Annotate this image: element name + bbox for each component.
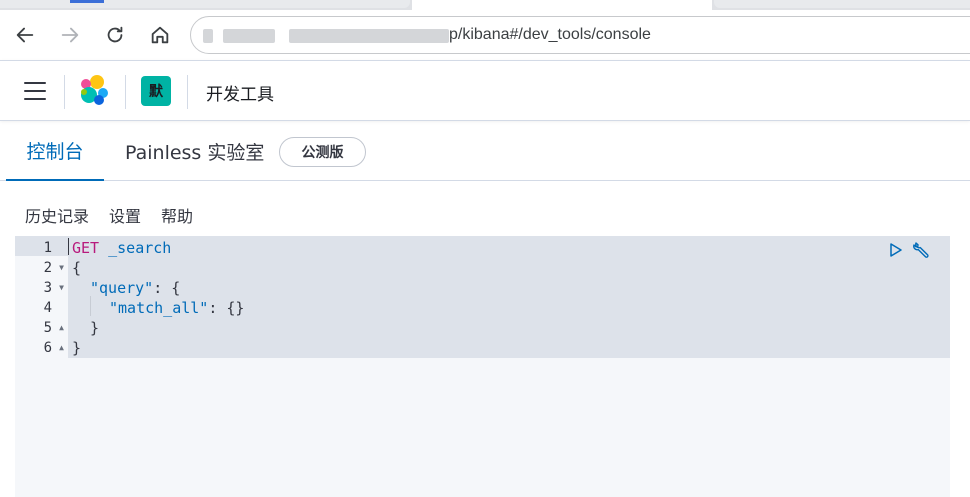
divider <box>64 75 65 109</box>
code-line: { <box>72 259 82 277</box>
request-actions <box>886 240 932 260</box>
code-area[interactable]: GET _search { "query": { "match_all": {}… <box>68 236 950 497</box>
play-icon <box>890 243 902 257</box>
fold-close-icon[interactable]: ▲ <box>59 338 64 358</box>
code-line: } <box>72 339 82 357</box>
indent-guide <box>90 296 91 316</box>
line-number: 6 ▲ <box>43 338 64 358</box>
menu-toggle-button[interactable] <box>22 79 48 103</box>
tab-console[interactable]: 控制台 <box>6 122 104 181</box>
hamburger-icon <box>24 90 46 92</box>
code-line: } <box>90 319 100 337</box>
home-icon <box>151 26 169 44</box>
line-number: 4 <box>43 300 52 316</box>
elastic-logo-icon[interactable] <box>78 73 112 109</box>
fold-open-icon[interactable]: ▼ <box>59 258 64 278</box>
hamburger-icon <box>24 98 46 100</box>
code-line: "query": { <box>90 279 181 297</box>
line-number: 1 <box>43 240 52 256</box>
send-request-button[interactable] <box>886 240 906 260</box>
browser-toolbar: p/kibana#/dev_tools/console <box>0 10 970 60</box>
wrench-icon <box>913 242 929 258</box>
space-avatar[interactable]: 默 <box>141 76 171 106</box>
beta-badge: 公测版 <box>279 137 366 167</box>
forward-button[interactable] <box>55 20 85 50</box>
browser-tab[interactable] <box>714 0 970 8</box>
divider <box>125 75 126 109</box>
forward-icon <box>61 27 79 43</box>
page-title[interactable]: 开发工具 <box>206 80 274 105</box>
reload-icon <box>107 26 123 43</box>
request-options-button[interactable] <box>912 240 932 260</box>
code-line: GET _search <box>72 239 172 257</box>
redacted-text <box>223 29 275 43</box>
back-icon <box>16 27 34 43</box>
divider <box>187 75 188 109</box>
reload-button[interactable] <box>100 20 130 50</box>
redacted-text <box>289 29 449 43</box>
browser-tabstrip <box>0 0 970 10</box>
redacted-text <box>203 29 213 43</box>
tab-painless-lab[interactable]: Painless 实验室 <box>125 122 264 181</box>
devtools-tabs: 控制台 Painless 实验室 公测版 <box>0 122 970 181</box>
tab-indicator <box>70 0 104 3</box>
code-line: "match_all": {} <box>109 299 245 317</box>
editor-gutter: 1 2 ▼ 3 ▼ 4 5 ▲ 6 ▲ <box>15 236 68 497</box>
browser-tab-active[interactable] <box>412 0 712 10</box>
console-menu: 历史记录 设置 帮助 <box>25 203 193 227</box>
home-button[interactable] <box>145 20 175 50</box>
line-number: 5 ▲ <box>43 318 64 338</box>
back-button[interactable] <box>10 20 40 50</box>
help-link[interactable]: 帮助 <box>161 203 193 227</box>
request-editor[interactable]: 1 2 ▼ 3 ▼ 4 5 ▲ 6 ▲ GET _search { "query": {… <box>15 236 950 497</box>
settings-link[interactable]: 设置 <box>109 203 141 227</box>
text-cursor <box>68 238 69 255</box>
history-link[interactable]: 历史记录 <box>25 203 89 227</box>
line-number: 3 ▼ <box>43 278 64 298</box>
kibana-header: 默 开发工具 <box>0 60 970 121</box>
fold-close-icon[interactable]: ▲ <box>59 318 64 338</box>
address-bar[interactable]: p/kibana#/dev_tools/console <box>190 16 970 54</box>
url-text: p/kibana#/dev_tools/console <box>449 26 651 43</box>
fold-open-icon[interactable]: ▼ <box>59 278 64 298</box>
hamburger-icon <box>24 82 46 84</box>
browser-tab[interactable] <box>0 0 410 8</box>
line-number: 2 ▼ <box>43 258 64 278</box>
